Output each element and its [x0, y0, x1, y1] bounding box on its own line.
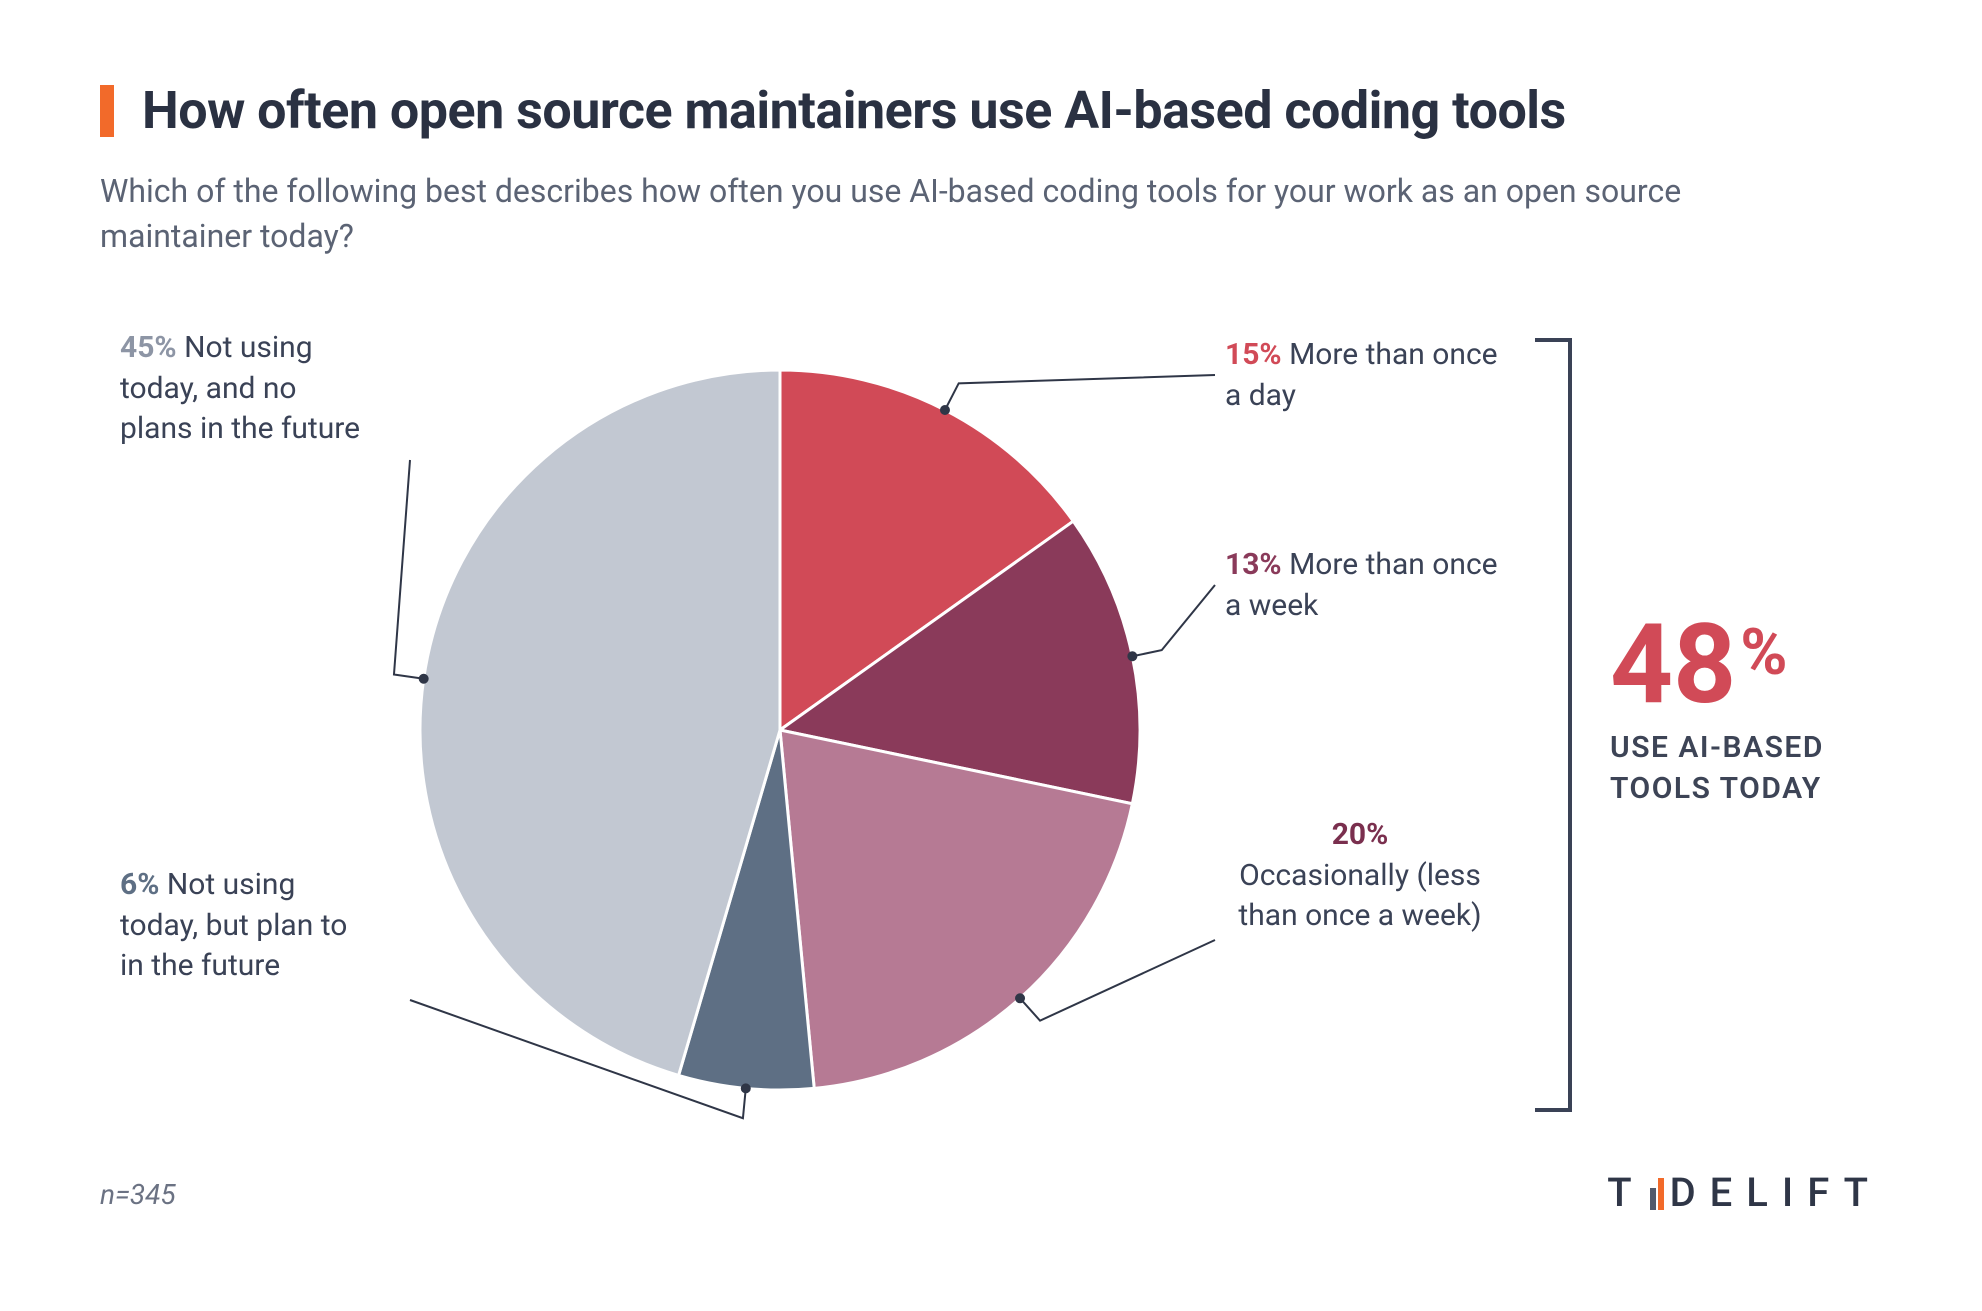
slice-name-line1: Occasionally (less: [1210, 856, 1510, 897]
brand-text-pre: T: [1607, 1169, 1645, 1216]
pct-value: 6%: [120, 867, 159, 902]
percent-sign-icon: %: [1740, 615, 1787, 690]
chart-title: How often open source maintainers use AI…: [142, 80, 1566, 141]
leader-line: [945, 375, 1215, 410]
pie-slices: [420, 370, 1140, 1090]
chart-subtitle: Which of the following best describes ho…: [100, 169, 1740, 259]
sample-size: n=345: [100, 1178, 176, 1211]
pct-value: 20%: [1332, 817, 1389, 852]
group-total-value: 48%: [1610, 610, 1930, 720]
slice-label-occasionally: 20% Occasionally (less than once a week): [1210, 815, 1510, 937]
leader-line: [1132, 585, 1215, 656]
slice-name-line2: today, but plan to: [120, 906, 400, 947]
page: How often open source maintainers use AI…: [0, 0, 1982, 1311]
slice-label-more-than-once-a-day: 15% More than once a day: [1225, 335, 1505, 416]
slice-label-more-than-once-a-week: 13% More than once a week: [1225, 545, 1505, 626]
slice-name-line3: in the future: [120, 946, 400, 987]
group-total-number: 48: [1610, 600, 1736, 729]
slice-label-not-using-no-plans: 45% Not using today, and no plans in the…: [120, 328, 400, 450]
leader-line: [394, 460, 424, 679]
accent-bar-icon: [100, 85, 114, 137]
pct-value: 13%: [1225, 547, 1282, 582]
leader-dot-icon: [419, 674, 429, 684]
slice-name-line1: Not using: [167, 867, 296, 902]
slice-name-line2: than once a week): [1210, 896, 1510, 937]
group-total-caption: USE AI-BASED TOOLS TODAY: [1610, 728, 1930, 809]
slice-name-line1: Not using: [184, 330, 313, 365]
slice-label-not-using-plan-to: 6% Not using today, but plan to in the f…: [120, 865, 400, 987]
leader-dot-icon: [1127, 651, 1137, 661]
leader-dot-icon: [940, 405, 950, 415]
chart-card: How often open source maintainers use AI…: [40, 40, 1942, 1271]
leader-dot-icon: [1015, 993, 1025, 1003]
leader-dot-icon: [741, 1083, 751, 1093]
brand-logo: T DELIFT: [1607, 1169, 1882, 1216]
pct-value: 15%: [1225, 337, 1282, 372]
slice-name-line2: today, and no: [120, 369, 400, 410]
brand-text-post: DELIFT: [1670, 1169, 1882, 1216]
header: How often open source maintainers use AI…: [100, 80, 1882, 259]
chart-area: 15% More than once a day 13% More than o…: [100, 310, 1882, 1161]
slice-name-line3: plans in the future: [120, 409, 400, 450]
group-bracket-icon: [1535, 340, 1570, 1110]
group-total: 48% USE AI-BASED TOOLS TODAY: [1610, 610, 1930, 809]
title-row: How often open source maintainers use AI…: [100, 80, 1882, 141]
pct-value: 45%: [120, 330, 177, 365]
